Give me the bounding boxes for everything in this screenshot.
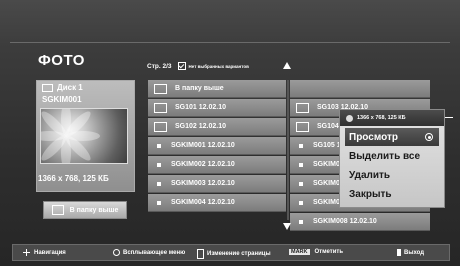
help-page-change: Изменение страницы [207, 251, 271, 257]
popup-item[interactable]: Закрыть [345, 185, 439, 203]
page-indicator: Стр. 2/3 Нет выбранных вариантов [147, 62, 249, 70]
folder-name: SGKIM001 [42, 95, 82, 104]
folder-up-icon [51, 205, 64, 215]
popup-item-label: Выделить все [349, 150, 421, 162]
up-folder-button[interactable]: В папку выше [43, 201, 127, 219]
popup-item-label: Закрыть [349, 188, 392, 200]
item-label: SG102 12.02.10 [175, 123, 226, 130]
item-label: SGKIM004 12.02.10 [171, 199, 235, 206]
photo-file-icon [299, 181, 303, 186]
disk-icon [42, 83, 53, 92]
folder-item[interactable]: SG102 12.02.10 [148, 118, 286, 136]
help-mark: Отметить [314, 249, 344, 255]
up-folder-button-label: В папку выше [69, 206, 119, 214]
column-divider [287, 80, 289, 220]
photo-file-icon [157, 143, 161, 148]
checkbox-icon [177, 62, 186, 70]
file-item[interactable]: SGKIM002 12.02.10 [148, 156, 286, 174]
photo-thumbnail [40, 108, 128, 164]
top-divider [10, 42, 450, 43]
file-item[interactable]: SGKIM004 12.02.10 [148, 194, 286, 212]
popup-info-bar: 1366 x 768, 125 КБ [340, 110, 444, 126]
page-button-icon [197, 249, 204, 259]
exit-key-icon [397, 249, 401, 256]
folder-item[interactable]: SG101 12.02.10 [148, 99, 286, 117]
folder-icon [296, 121, 309, 132]
photo-file-icon [299, 143, 303, 148]
file-item[interactable]: SGKIM001 12.02.10 [148, 137, 286, 155]
scroll-up-arrow-icon[interactable] [283, 62, 291, 69]
file-item[interactable]: SGKIM008 12.02.10 [290, 213, 430, 231]
photo-file-icon [157, 162, 161, 167]
thumbnail-info: 1366 x 768, 125 КБ [38, 174, 109, 183]
popup-info-text: 1366 x 768, 125 КБ [357, 115, 406, 121]
scroll-down-arrow-icon[interactable] [283, 223, 291, 230]
page-number: Стр. 2/3 [147, 62, 172, 70]
photo-file-icon [299, 219, 303, 224]
disk-label-block: Диск 1 SGKIM001 [42, 82, 83, 106]
photo-file-icon [299, 162, 303, 167]
item-label: SGKIM003 12.02.10 [171, 180, 235, 187]
bottom-help-bar: Навигация Всплывающее меню Изменение стр… [12, 244, 450, 261]
unselected-label: Нет выбранных вариантов [188, 63, 249, 69]
popup-item[interactable]: Удалить [345, 166, 439, 184]
info-icon [346, 114, 353, 122]
item-label: SGKIM002 12.02.10 [171, 161, 235, 168]
folder-icon [154, 102, 167, 113]
popup-item-label: Просмотр [349, 131, 398, 143]
popup-item-label: Удалить [349, 169, 391, 181]
photo-file-icon [299, 200, 303, 205]
page-title: ФОТО [38, 52, 85, 69]
ok-button-icon [113, 249, 120, 256]
photo-file-icon [157, 181, 161, 186]
file-item[interactable]: SGKIM003 12.02.10 [148, 175, 286, 193]
photo-file-icon [157, 200, 161, 205]
disk-label: Диск 1 [57, 83, 83, 92]
list-item[interactable] [290, 80, 430, 98]
popup-item[interactable]: Просмотр [345, 128, 439, 146]
folder-icon [296, 102, 309, 113]
item-label: SG101 12.02.10 [175, 104, 226, 111]
navigation-icon [23, 249, 30, 256]
folder-icon [154, 83, 167, 94]
help-exit: Выход [404, 249, 425, 256]
folder-item[interactable]: В папку выше [148, 80, 286, 98]
popup-menu: 1366 x 768, 125 КБ Просмотр Выделить все У… [339, 109, 445, 208]
folder-icon [154, 121, 167, 132]
help-popup-menu: Всплывающее меню [123, 249, 186, 256]
item-label: SGKIM008 12.02.10 [313, 218, 377, 225]
item-label: В папку выше [175, 85, 224, 92]
mark-key-icon: MARK [289, 249, 310, 255]
item-label: SGKIM001 12.02.10 [171, 142, 235, 149]
selected-radio-icon [425, 133, 433, 141]
popup-item[interactable]: Выделить все [345, 147, 439, 165]
help-navigation: Навигация [34, 249, 66, 256]
